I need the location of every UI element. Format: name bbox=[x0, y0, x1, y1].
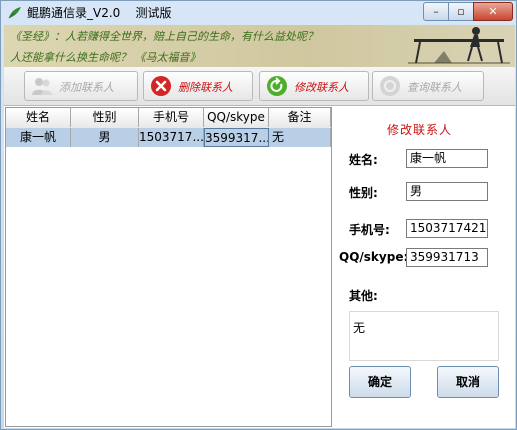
gender-label: 性别: bbox=[349, 186, 378, 200]
form-title: 修改联系人 bbox=[387, 123, 453, 137]
close-button[interactable]: ✕ bbox=[473, 2, 513, 21]
toolbar: 添加联系人 删除联系人 修改联系人 查询联系人 bbox=[4, 67, 515, 106]
window-title: 鲲鹏通信录_V2.0 测试版 bbox=[27, 6, 172, 20]
column-header-gender[interactable]: 性别 bbox=[71, 108, 139, 127]
cancel-button[interactable]: 取消 bbox=[437, 366, 499, 398]
table-row[interactable]: 康一帆 男 1503717... 3599317... 无 bbox=[6, 128, 331, 147]
edit-icon bbox=[267, 76, 287, 96]
phone-field[interactable]: 15037174218 bbox=[406, 219, 488, 238]
client-area: 《圣经》：人若赚得全世界，赔上自己的生命，有什么益处呢？ 人还能拿什么换生命呢？… bbox=[4, 25, 515, 428]
add-user-icon bbox=[32, 78, 52, 95]
qq-label: QQ/skype: bbox=[339, 250, 409, 264]
add-contact-label: 添加联系人 bbox=[59, 81, 114, 94]
column-header-qq[interactable]: QQ/skype bbox=[204, 108, 269, 127]
phone-label: 手机号: bbox=[349, 223, 390, 237]
banner-illustration bbox=[408, 27, 510, 64]
table-cell: 3599317... bbox=[204, 128, 269, 147]
contacts-table[interactable]: 姓名 性别 手机号 QQ/skype 备注 康一帆 男 1503717... 3… bbox=[5, 107, 332, 427]
other-label: 其他: bbox=[349, 289, 378, 303]
delete-contact-label: 删除联系人 bbox=[178, 81, 233, 94]
modify-contact-label: 修改联系人 bbox=[294, 81, 349, 94]
column-header-phone[interactable]: 手机号 bbox=[139, 108, 204, 127]
table-cell: 无 bbox=[269, 128, 331, 147]
query-contact-button[interactable]: 查询联系人 bbox=[372, 71, 484, 101]
table-cell: 男 bbox=[71, 128, 139, 147]
other-textarea[interactable]: 无 bbox=[349, 311, 499, 361]
maximize-button[interactable]: ▫ bbox=[448, 2, 474, 21]
quote-banner: 《圣经》：人若赚得全世界，赔上自己的生命，有什么益处呢？ 人还能拿什么换生命呢？… bbox=[4, 25, 515, 67]
query-contact-label: 查询联系人 bbox=[407, 81, 462, 94]
app-window: 鲲鹏通信录_V2.0 测试版 – ▫ ✕ 《圣经》：人若赚得全世界，赔上自己的生… bbox=[0, 0, 517, 430]
column-header-name[interactable]: 姓名 bbox=[6, 108, 71, 127]
qq-field[interactable]: 359931713 bbox=[406, 248, 488, 267]
name-field[interactable]: 康一帆 bbox=[406, 149, 488, 168]
search-icon bbox=[380, 76, 400, 96]
banner-line-1: 《圣经》：人若赚得全世界，赔上自己的生命，有什么益处呢？ bbox=[10, 30, 318, 43]
table-cell: 康一帆 bbox=[6, 128, 71, 147]
table-header: 姓名 性别 手机号 QQ/skype 备注 bbox=[6, 108, 331, 129]
banner-line-2: 人还能拿什么换生命呢？ 《马太福音》 bbox=[10, 51, 201, 64]
add-contact-button[interactable]: 添加联系人 bbox=[24, 71, 138, 101]
column-header-note[interactable]: 备注 bbox=[269, 108, 331, 127]
delete-icon bbox=[151, 76, 171, 96]
name-label: 姓名: bbox=[349, 153, 378, 167]
app-icon bbox=[8, 7, 21, 19]
table-cell: 1503717... bbox=[139, 128, 204, 147]
modify-contact-button[interactable]: 修改联系人 bbox=[259, 71, 369, 101]
delete-contact-button[interactable]: 删除联系人 bbox=[143, 71, 253, 101]
confirm-button[interactable]: 确定 bbox=[349, 366, 411, 398]
title-bar[interactable]: 鲲鹏通信录_V2.0 测试版 – ▫ ✕ bbox=[1, 1, 517, 25]
gender-field[interactable]: 男 bbox=[406, 182, 488, 201]
minimize-button[interactable]: – bbox=[423, 2, 449, 21]
